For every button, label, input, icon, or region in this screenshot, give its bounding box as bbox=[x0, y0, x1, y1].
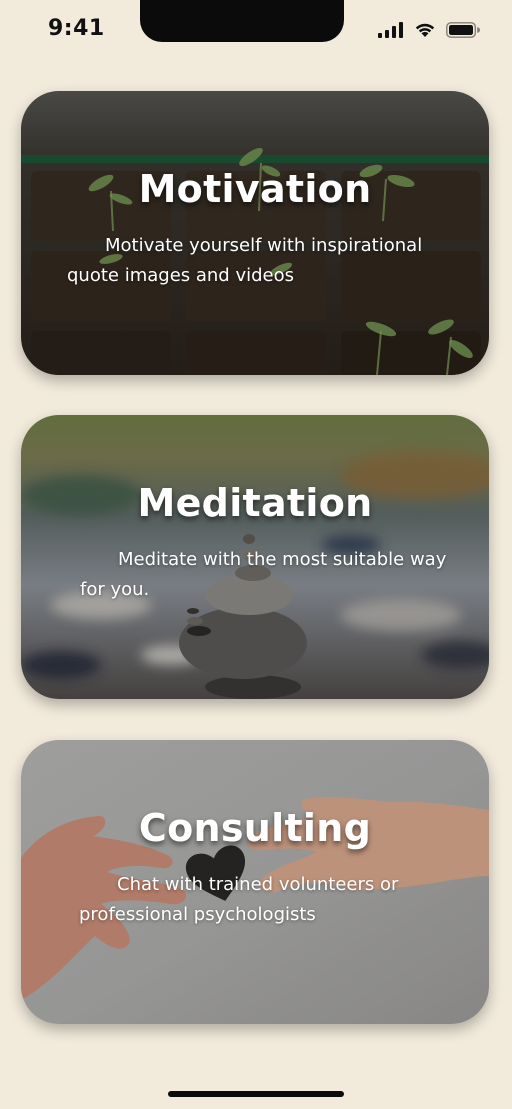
card-description: Motivate yourself with inspirational quo… bbox=[67, 235, 423, 286]
consulting-card[interactable]: Consulting Chat with trained volunteers … bbox=[21, 740, 489, 1024]
battery-icon bbox=[446, 22, 480, 38]
status-icons bbox=[378, 22, 480, 38]
card-title: Consulting bbox=[138, 806, 372, 850]
status-time: 9:41 bbox=[48, 16, 105, 41]
home-indicator[interactable] bbox=[168, 1091, 344, 1097]
wifi-icon bbox=[415, 23, 435, 37]
meditation-card[interactable]: Meditation Meditate with the most suitab… bbox=[21, 415, 489, 699]
card-title: Meditation bbox=[137, 481, 373, 525]
card-title: Motivation bbox=[138, 167, 372, 211]
cellular-signal-icon bbox=[378, 22, 403, 38]
card-description: Chat with trained volunteers or professi… bbox=[79, 874, 399, 925]
device-notch bbox=[140, 0, 344, 42]
status-bar: 9:41 bbox=[0, 0, 512, 60]
motivation-card[interactable]: Motivation Motivate yourself with inspir… bbox=[21, 91, 489, 375]
card-description: Meditate with the most suitable way for … bbox=[80, 549, 447, 600]
